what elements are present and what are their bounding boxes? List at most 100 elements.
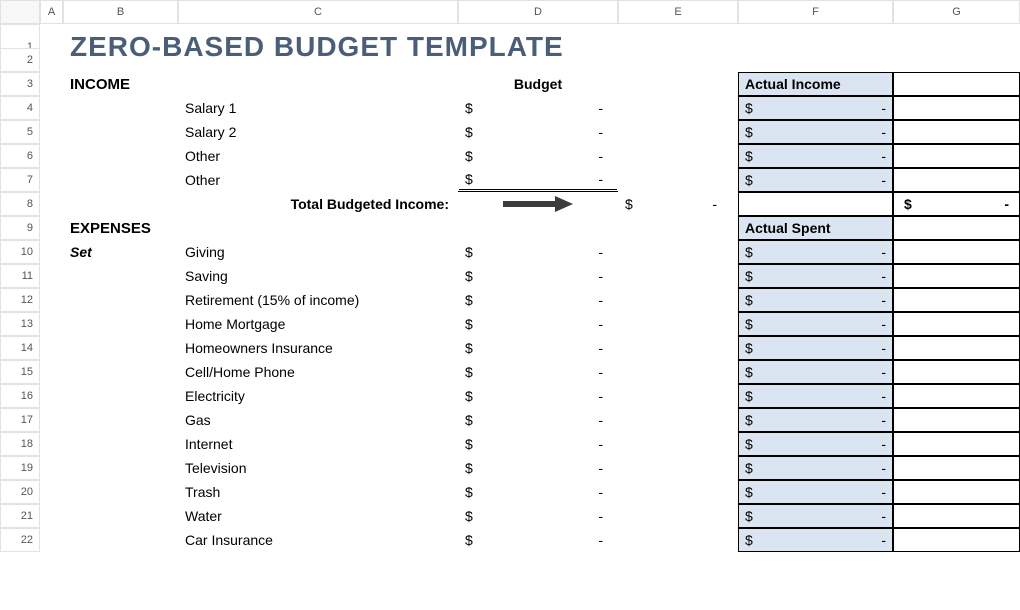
cell-G12[interactable] (893, 288, 1020, 312)
cell-G7[interactable] (893, 168, 1020, 192)
budget-income-1[interactable]: $- (458, 120, 618, 144)
cell-B6[interactable] (63, 144, 178, 168)
budget-income-2[interactable]: $- (458, 144, 618, 168)
expense-item-8[interactable]: Internet (178, 432, 458, 456)
actual-income-2[interactable]: $- (738, 144, 893, 168)
cell-A18[interactable] (40, 432, 63, 456)
actual-expense-7[interactable]: $- (738, 408, 893, 432)
cell-G16[interactable] (893, 384, 1020, 408)
cell-B2[interactable] (63, 48, 178, 72)
cell-E22[interactable] (618, 528, 738, 552)
row-header-4[interactable]: 4 (0, 96, 40, 120)
col-header-A[interactable]: A (40, 0, 63, 24)
budget-expense-10[interactable]: $- (458, 480, 618, 504)
cell-E19[interactable] (618, 456, 738, 480)
cell-G3[interactable] (893, 72, 1020, 96)
cell-D9[interactable] (458, 216, 618, 240)
cell-B14[interactable] (63, 336, 178, 360)
budget-expense-12[interactable]: $- (458, 528, 618, 552)
col-header-C[interactable]: C (178, 0, 458, 24)
actual-income-1[interactable]: $- (738, 120, 893, 144)
cell-G18[interactable] (893, 432, 1020, 456)
cell-C3[interactable] (178, 72, 458, 96)
total-budgeted-income-value[interactable]: $- (618, 192, 738, 216)
actual-expense-1[interactable]: $- (738, 264, 893, 288)
cell-G17[interactable] (893, 408, 1020, 432)
cell-G21[interactable] (893, 504, 1020, 528)
cell-E13[interactable] (618, 312, 738, 336)
expense-item-9[interactable]: Television (178, 456, 458, 480)
cell-A9[interactable] (40, 216, 63, 240)
cell-B19[interactable] (63, 456, 178, 480)
set-label[interactable]: Set (63, 240, 178, 264)
cell-A22[interactable] (40, 528, 63, 552)
row-header-13[interactable]: 13 (0, 312, 40, 336)
income-item-3[interactable]: Other (178, 168, 458, 192)
budget-expense-0[interactable]: $- (458, 240, 618, 264)
cell-A7[interactable] (40, 168, 63, 192)
cell-B7[interactable] (63, 168, 178, 192)
cell-E12[interactable] (618, 288, 738, 312)
cell-A21[interactable] (40, 504, 63, 528)
cell-G11[interactable] (893, 264, 1020, 288)
cell-A2[interactable] (40, 48, 63, 72)
row-header-10[interactable]: 10 (0, 240, 40, 264)
cell-E6[interactable] (618, 144, 738, 168)
cell-A6[interactable] (40, 144, 63, 168)
row-header-18[interactable]: 18 (0, 432, 40, 456)
cell-E7[interactable] (618, 168, 738, 192)
cell-G9[interactable] (893, 216, 1020, 240)
income-header[interactable]: INCOME (63, 72, 178, 96)
actual-spent-header[interactable]: Actual Spent (738, 216, 893, 240)
expense-item-3[interactable]: Home Mortgage (178, 312, 458, 336)
row-header-3[interactable]: 3 (0, 72, 40, 96)
expense-item-11[interactable]: Water (178, 504, 458, 528)
cell-A4[interactable] (40, 96, 63, 120)
actual-expense-5[interactable]: $- (738, 360, 893, 384)
row-header-14[interactable]: 14 (0, 336, 40, 360)
cell-C2[interactable] (178, 48, 458, 72)
cell-G4[interactable] (893, 96, 1020, 120)
cell-B4[interactable] (63, 96, 178, 120)
cell-E4[interactable] (618, 96, 738, 120)
cell-A11[interactable] (40, 264, 63, 288)
budget-expense-5[interactable]: $- (458, 360, 618, 384)
budget-expense-8[interactable]: $- (458, 432, 618, 456)
cell-B11[interactable] (63, 264, 178, 288)
income-item-0[interactable]: Salary 1 (178, 96, 458, 120)
cell-B22[interactable] (63, 528, 178, 552)
actual-expense-10[interactable]: $- (738, 480, 893, 504)
expense-item-2[interactable]: Retirement (15% of income) (178, 288, 458, 312)
cell-E10[interactable] (618, 240, 738, 264)
actual-expense-4[interactable]: $- (738, 336, 893, 360)
actual-income-0[interactable]: $- (738, 96, 893, 120)
cell-E18[interactable] (618, 432, 738, 456)
cell-D2[interactable] (458, 48, 618, 72)
col-header-B[interactable]: B (63, 0, 178, 24)
cell-G5[interactable] (893, 120, 1020, 144)
cell-E20[interactable] (618, 480, 738, 504)
col-header-G[interactable]: G (893, 0, 1020, 24)
cell-B17[interactable] (63, 408, 178, 432)
budget-income-0[interactable]: $- (458, 96, 618, 120)
cell-B20[interactable] (63, 480, 178, 504)
budget-expense-9[interactable]: $- (458, 456, 618, 480)
cell-G13[interactable] (893, 312, 1020, 336)
expense-item-1[interactable]: Saving (178, 264, 458, 288)
cell-G10[interactable] (893, 240, 1020, 264)
cell-B5[interactable] (63, 120, 178, 144)
actual-expense-2[interactable]: $- (738, 288, 893, 312)
cell-A12[interactable] (40, 288, 63, 312)
row-header-8[interactable]: 8 (0, 192, 40, 216)
cell-F2[interactable] (738, 48, 893, 72)
actual-income-3[interactable]: $- (738, 168, 893, 192)
row-header-16[interactable]: 16 (0, 384, 40, 408)
cell-B8[interactable] (63, 192, 178, 216)
budget-header[interactable]: Budget (458, 72, 618, 96)
cell-G14[interactable] (893, 336, 1020, 360)
expense-item-7[interactable]: Gas (178, 408, 458, 432)
cell-A3[interactable] (40, 72, 63, 96)
cell-B21[interactable] (63, 504, 178, 528)
expense-item-5[interactable]: Cell/Home Phone (178, 360, 458, 384)
cell-G20[interactable] (893, 480, 1020, 504)
